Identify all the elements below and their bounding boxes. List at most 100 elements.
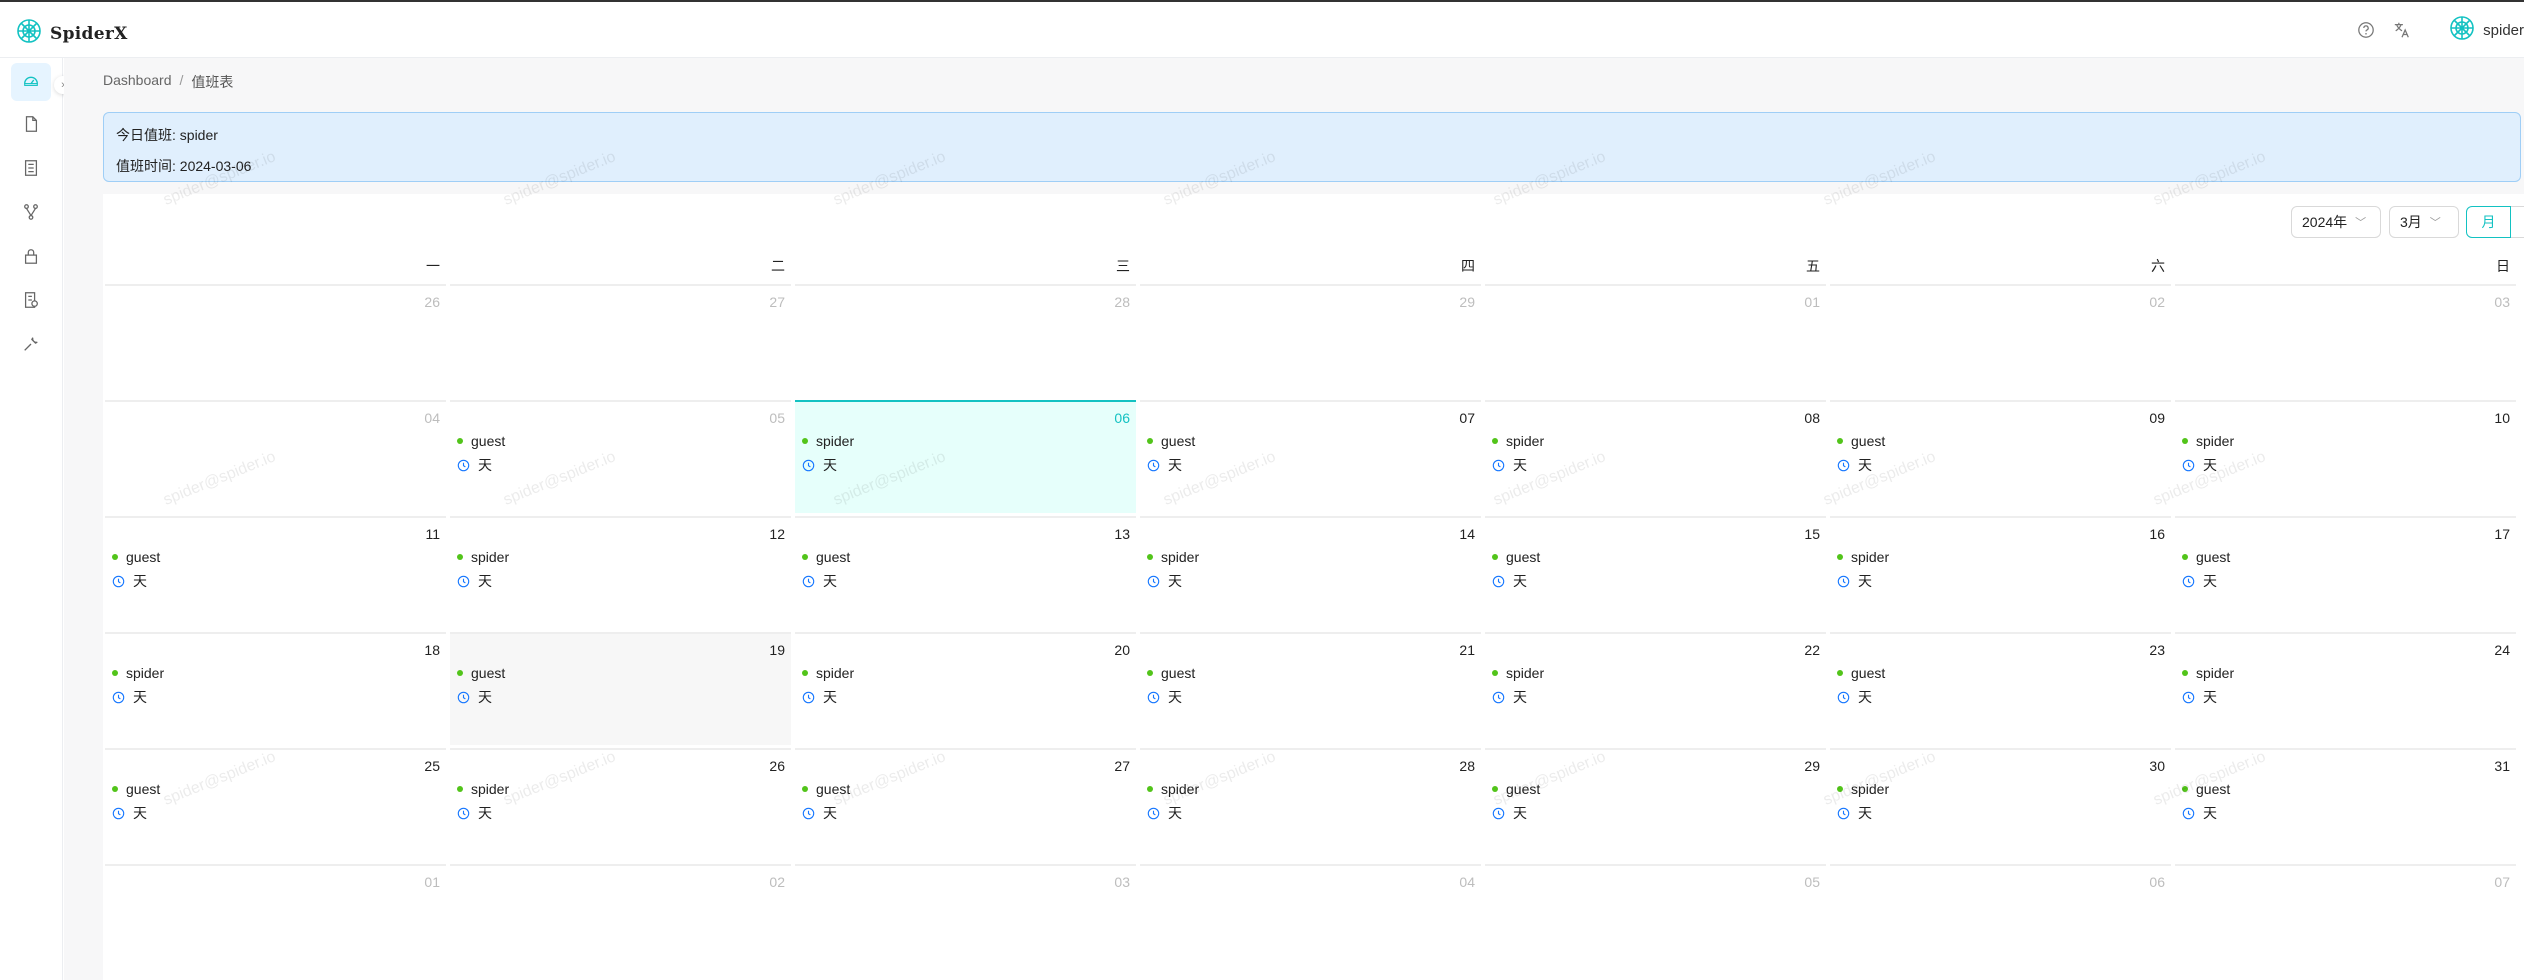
calendar-day-cell[interactable]: 10 spider 天	[2175, 400, 2516, 513]
month-select[interactable]: 3月 ﹀	[2389, 206, 2459, 238]
status-dot	[2182, 438, 2188, 444]
calendar-day-cell[interactable]: 13 guest 天	[795, 516, 1136, 629]
calendar-day-cell[interactable]: 12 spider 天	[450, 516, 791, 629]
sidebar-item-table[interactable]	[11, 151, 51, 189]
duty-person: guest	[1147, 433, 1195, 449]
sidebar-item-flow[interactable]	[11, 195, 51, 233]
status-dot	[2182, 670, 2188, 676]
calendar-day-cell[interactable]: 27 guest 天	[795, 748, 1136, 861]
clock-icon	[1147, 459, 1160, 472]
sidebar-item-audit[interactable]	[11, 283, 51, 321]
help-icon[interactable]	[2355, 19, 2377, 41]
calendar-day-cell[interactable]: 04	[105, 400, 446, 513]
calendar-day-cell[interactable]: 31 guest 天	[2175, 748, 2516, 861]
status-dot	[2182, 786, 2188, 792]
calendar-day-cell[interactable]: 27	[450, 284, 791, 397]
calendar-day-cell[interactable]: 28 spider 天	[1140, 748, 1481, 861]
status-dot	[1147, 670, 1153, 676]
clock-icon	[802, 807, 815, 820]
calendar-day-cell[interactable]: 11 guest 天	[105, 516, 446, 629]
duty-person: spider	[112, 665, 164, 681]
clock-icon	[2182, 807, 2195, 820]
calendar-day-cell[interactable]: 09 guest 天	[1830, 400, 2171, 513]
clock-icon	[802, 691, 815, 704]
clock-icon	[802, 575, 815, 588]
calendar-day-cell[interactable]: 18 spider 天	[105, 632, 446, 745]
calendar-day-cell[interactable]: 29	[1140, 284, 1481, 397]
calendar-day-cell[interactable]: 15 guest 天	[1485, 516, 1826, 629]
day-number: 05	[1804, 874, 1820, 890]
calendar-day-cell[interactable]: 20 spider 天	[795, 632, 1136, 745]
calendar-day-cell[interactable]: 19 guest 天	[450, 632, 791, 745]
clock-icon	[2182, 691, 2195, 704]
mode-year-button[interactable]: 年	[2511, 206, 2524, 238]
translate-icon[interactable]	[2391, 19, 2413, 41]
calendar-day-cell[interactable]: 21 guest 天	[1140, 632, 1481, 745]
calendar-day-cell[interactable]: 06 spider 天	[795, 400, 1136, 513]
day-number: 26	[769, 758, 785, 774]
calendar-day-cell[interactable]: 01	[1485, 284, 1826, 397]
calendar-day-cell[interactable]: 04	[1140, 864, 1481, 977]
calendar-day-cell[interactable]: 22 spider 天	[1485, 632, 1826, 745]
duty-period-label: 天	[1513, 573, 1527, 589]
year-select[interactable]: 2024年 ﹀	[2291, 206, 2381, 238]
status-dot	[802, 670, 808, 676]
calendar-day-cell[interactable]: 08 spider 天	[1485, 400, 1826, 513]
calendar-day-cell[interactable]: 03	[2175, 284, 2516, 397]
calendar-day-cell[interactable]: 26 spider 天	[450, 748, 791, 861]
day-number: 03	[2494, 294, 2510, 310]
duty-person-name: spider	[816, 433, 855, 449]
duty-period-label: 天	[1168, 573, 1182, 589]
sidebar-item-dashboard[interactable]	[11, 63, 51, 101]
breadcrumb-home[interactable]: Dashboard	[103, 72, 172, 92]
calendar-day-cell[interactable]: 17 guest 天	[2175, 516, 2516, 629]
status-dot	[1837, 786, 1843, 792]
duty-period: 天	[457, 803, 492, 823]
duty-person: spider	[457, 549, 509, 565]
user-menu[interactable]: spider	[2441, 15, 2524, 45]
duty-person: guest	[112, 549, 160, 565]
calendar-day-cell[interactable]: 23 guest 天	[1830, 632, 2171, 745]
day-number: 26	[424, 294, 440, 310]
calendar-day-cell[interactable]: 02	[1830, 284, 2171, 397]
calendar-day-cell[interactable]: 28	[795, 284, 1136, 397]
audit-icon	[22, 291, 40, 314]
status-dot	[1492, 786, 1498, 792]
calendar-day-cell[interactable]: 16 spider 天	[1830, 516, 2171, 629]
sidebar-item-tools[interactable]	[11, 327, 51, 365]
calendar-day-cell[interactable]: 01	[105, 864, 446, 977]
file-icon	[22, 115, 40, 138]
calendar-day-cell[interactable]: 24 spider 天	[2175, 632, 2516, 745]
app-logo[interactable]: SpiderX	[16, 18, 128, 49]
duty-period-label: 天	[1858, 457, 1872, 473]
duty-period: 天	[1147, 803, 1182, 823]
duty-person-name: guest	[126, 549, 161, 565]
duty-period: 天	[1492, 803, 1527, 823]
calendar-day-cell[interactable]: 06	[1830, 864, 2171, 977]
calendar-day-cell[interactable]: 14 spider 天	[1140, 516, 1481, 629]
lock-icon	[22, 247, 40, 270]
duty-period: 天	[1837, 455, 1872, 475]
mode-month-button[interactable]: 月	[2466, 206, 2511, 238]
status-dot	[457, 438, 463, 444]
calendar-day-cell[interactable]: 07 guest 天	[1140, 400, 1481, 513]
status-dot	[1492, 438, 1498, 444]
status-dot	[802, 438, 808, 444]
calendar-day-cell[interactable]: 02	[450, 864, 791, 977]
calendar-day-cell[interactable]: 29 guest 天	[1485, 748, 1826, 861]
calendar-day-cell[interactable]: 03	[795, 864, 1136, 977]
sidebar-item-documents[interactable]	[11, 107, 51, 145]
duty-period: 天	[2182, 803, 2217, 823]
calendar-day-cell[interactable]: 07	[2175, 864, 2516, 977]
duty-period: 天	[2182, 687, 2217, 707]
day-number: 18	[424, 642, 440, 658]
sidebar-item-security[interactable]	[11, 239, 51, 277]
calendar-day-cell[interactable]: 26	[105, 284, 446, 397]
wrench-icon	[22, 335, 40, 358]
calendar-day-cell[interactable]: 30 spider 天	[1830, 748, 2171, 861]
calendar-day-cell[interactable]: 05	[1485, 864, 1826, 977]
calendar-day-cell[interactable]: 25 guest 天	[105, 748, 446, 861]
calendar-day-cell[interactable]: 05 guest 天	[450, 400, 791, 513]
day-number: 01	[424, 874, 440, 890]
clock-icon	[1147, 575, 1160, 588]
